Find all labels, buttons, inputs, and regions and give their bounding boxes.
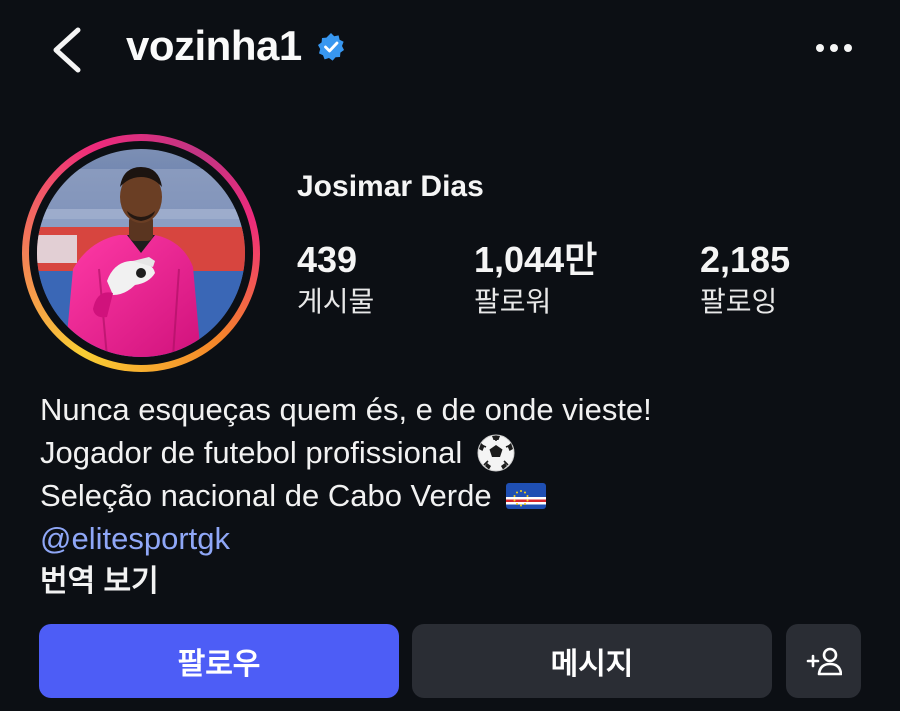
suggest-people-button[interactable] [786,624,861,698]
username: vozinha1 [126,22,302,69]
stat-following-label: 팔로잉 [700,286,778,317]
verified-badge-icon [317,33,344,61]
profile-bio: Nunca esqueças quem és, e de onde vieste… [40,388,880,603]
stat-followers[interactable]: 1,044만 팔로워 [474,240,597,318]
stat-following-count: 2,185 [700,239,791,280]
stat-followers-label: 팔로워 [474,286,552,317]
top-bar: vozinha1 [0,0,900,100]
soccer-ball-icon [477,434,515,471]
more-horizontal-icon[interactable] [808,28,860,68]
stat-posts[interactable]: 439 게시물 [297,240,374,318]
stat-following[interactable]: 2,185 팔로잉 [700,240,790,318]
message-button[interactable]: 메시지 [412,624,772,698]
add-person-icon [806,647,842,676]
username-header: vozinha1 [126,22,346,70]
stat-followers-count: 1,044만 [474,239,598,280]
profile-avatar[interactable] [37,149,245,357]
bio-mention-link[interactable]: @elitesportgk [40,517,880,560]
bio-text: Nunca esqueças quem és, e de onde vieste… [40,392,652,427]
story-ring[interactable] [22,134,260,372]
bio-line: Seleção nacional de Cabo Verde [40,474,880,517]
display-name: Josimar Dias [297,170,484,203]
follow-button[interactable]: 팔로우 [39,624,399,698]
cape-verde-flag-icon [505,482,546,509]
see-translation-link[interactable]: 번역 보기 [40,560,880,603]
bio-text: Jogador de futebol profissional [40,435,463,470]
stat-posts-count: 439 [297,239,358,280]
bio-line: Jogador de futebol profissional [40,431,880,474]
chevron-left-icon[interactable] [44,24,92,76]
bio-text: Seleção nacional de Cabo Verde [40,478,492,513]
stat-posts-label: 게시물 [297,286,375,317]
bio-line: Nunca esqueças quem és, e de onde vieste… [40,388,880,431]
